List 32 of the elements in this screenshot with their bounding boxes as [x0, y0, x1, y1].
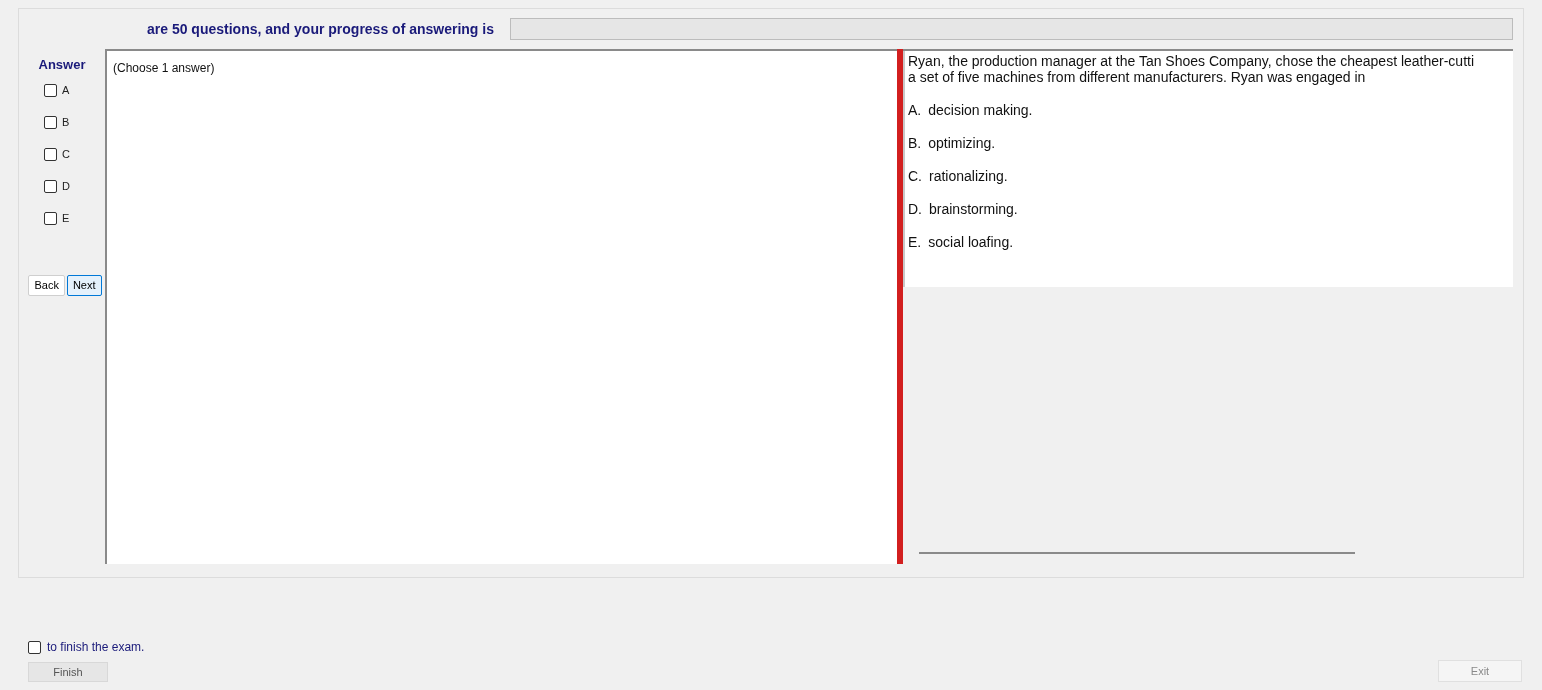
nav-button[interactable]: Back	[28, 274, 65, 296]
answer-checkbox[interactable]	[44, 116, 57, 129]
answer-heading: Answer	[38, 56, 86, 74]
nav-button[interactable]: Next	[66, 274, 102, 296]
answer-hint: (Choose 1 answer)	[113, 61, 215, 75]
answer-checkbox[interactable]	[44, 212, 57, 225]
option-label: D	[62, 179, 70, 195]
finish-checkbox[interactable]	[28, 640, 41, 654]
choice-letter: C.	[908, 167, 922, 185]
progress-label: are 50 questions, and your progress of answering is	[147, 19, 494, 39]
finish-button[interactable]: Finish	[28, 662, 108, 682]
choice-text: optimizing.	[928, 134, 996, 152]
choice-text: brainstorming.	[929, 200, 1018, 218]
answer-checkbox[interactable]	[44, 148, 57, 161]
option-label: A	[62, 83, 70, 99]
option-label: C	[62, 147, 70, 163]
choice-letter: B.	[908, 134, 922, 152]
option-label: B	[62, 115, 70, 131]
question-text: a set of five machines from different manufacturers. Ryan was engaged in	[908, 69, 1366, 85]
choice-letter: E.	[908, 233, 922, 251]
choice-letter: D.	[908, 200, 922, 218]
answer-box[interactable]: (Choose 1 answer)	[105, 49, 897, 564]
choice-text: decision making.	[928, 101, 1033, 119]
choice-text: social loafing.	[928, 233, 1014, 251]
finish-label: to finish the exam.	[47, 639, 145, 656]
option-label: E	[62, 211, 70, 227]
choice-text: rationalizing.	[929, 167, 1008, 185]
answer-checkbox[interactable]	[44, 84, 57, 97]
question-text: Ryan, the production manager at the Tan Shoes Company, chose the cheapest leather-cutti	[908, 53, 1475, 69]
choice-letter: A.	[908, 101, 922, 119]
answer-checkbox[interactable]	[44, 180, 57, 193]
horizontal-scrollbar[interactable]	[919, 552, 1355, 554]
